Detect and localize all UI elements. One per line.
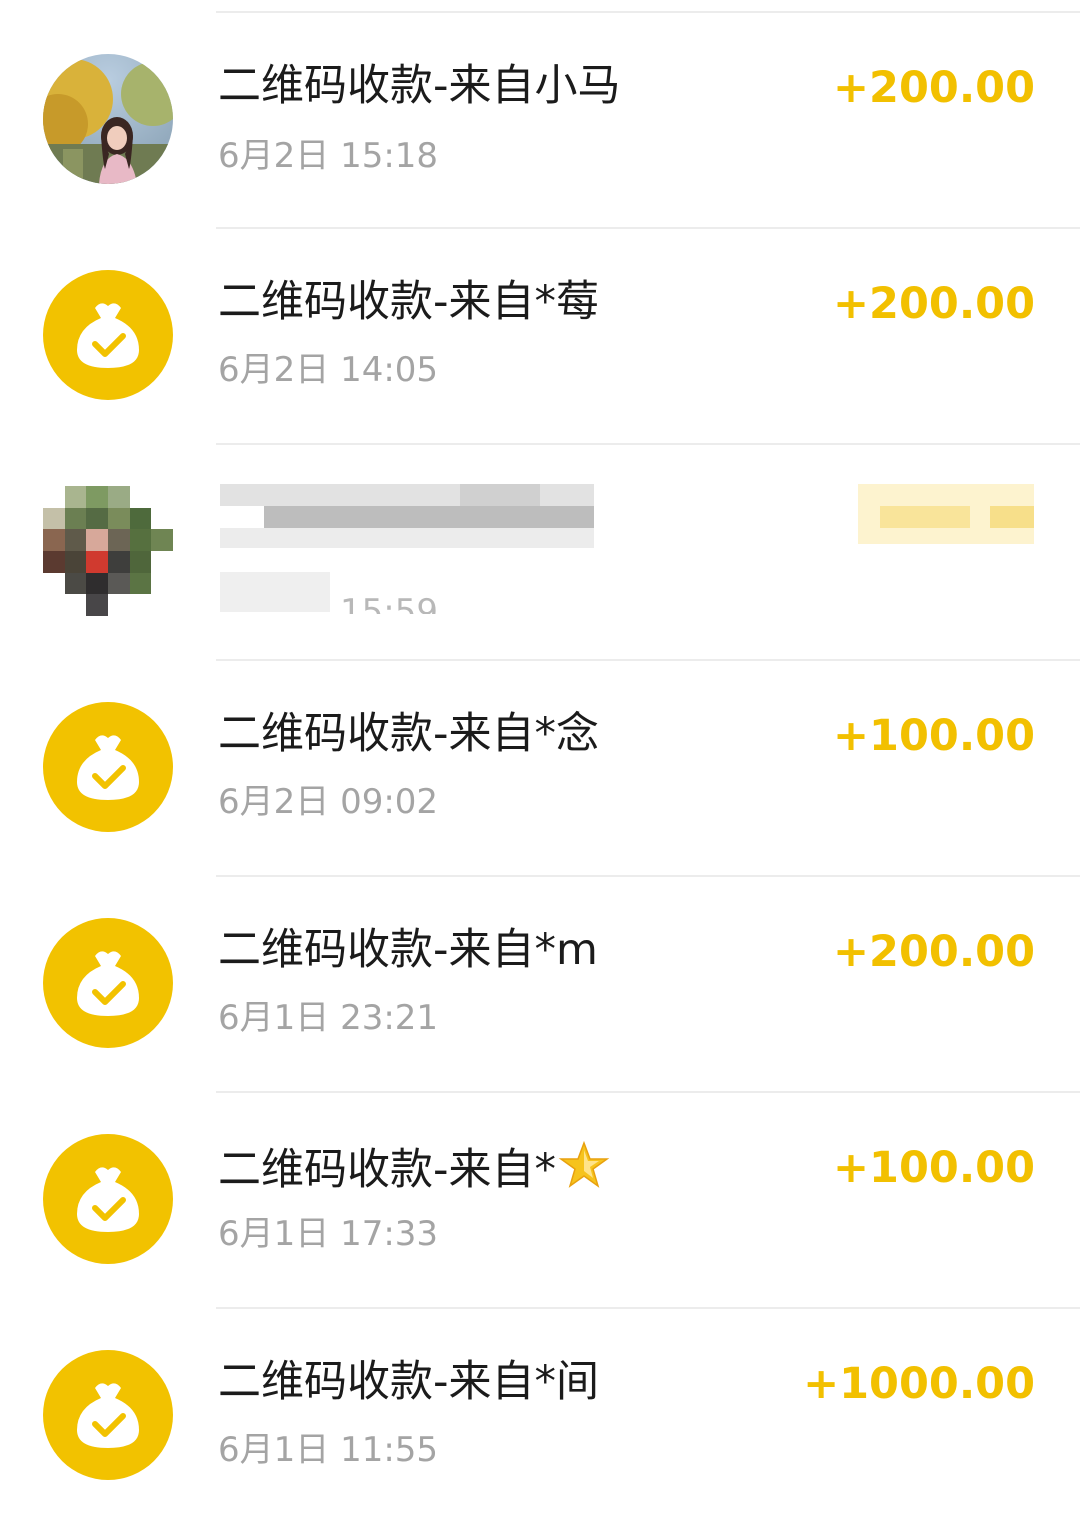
transaction-title-row: 二维码收款-来自* (218, 1140, 610, 1204)
transaction-amount: +200.00 (833, 927, 1035, 977)
transaction-amount: +100.00 (833, 1143, 1035, 1193)
redacted-amount (880, 506, 970, 528)
transaction-row[interactable]: 二维码收款-来自* 6月1日 17:33 +100.00 (0, 1092, 1080, 1308)
redacted-time (220, 572, 330, 612)
money-bag-check-icon (43, 1350, 173, 1480)
photo-avatar-icon (43, 54, 173, 184)
transaction-time: 6月2日 15:18 (218, 136, 439, 176)
transaction-row[interactable]: 二维码收款-来自*念 6月2日 09:02 +100.00 (0, 660, 1080, 876)
transaction-time-partial: 15:59 (340, 592, 438, 614)
transaction-row-redacted[interactable]: 15:59 (0, 444, 1080, 660)
transaction-row[interactable]: 二维码收款-来自*m 6月1日 23:21 +200.00 (0, 876, 1080, 1092)
redacted-title (220, 528, 594, 548)
money-bag-check-icon (43, 270, 173, 400)
transaction-amount: +200.00 (833, 63, 1035, 113)
transaction-title: 二维码收款-来自*m (218, 925, 598, 975)
money-bag-check-icon (43, 918, 173, 1048)
transaction-time: 6月2日 09:02 (218, 782, 439, 822)
transaction-title: 二维码收款-来自*间 (218, 1357, 600, 1407)
money-bag-check-icon (43, 702, 173, 832)
transaction-time: 6月1日 23:21 (218, 998, 439, 1038)
redacted-title (460, 484, 540, 506)
transaction-time: 6月2日 14:05 (218, 350, 439, 390)
pixelated-avatar (43, 486, 173, 616)
transaction-title: 二维码收款-来自*念 (218, 709, 600, 759)
money-bag-check-icon (43, 1134, 173, 1264)
transaction-row[interactable]: 二维码收款-来自*间 6月1日 11:55 +1000.00 (0, 1308, 1080, 1524)
transaction-row[interactable]: 二维码收款-来自*莓 6月2日 14:05 +200.00 (0, 228, 1080, 444)
transaction-amount: +100.00 (833, 711, 1035, 761)
transaction-time: 6月1日 11:55 (218, 1430, 439, 1470)
transaction-amount: +1000.00 (803, 1359, 1035, 1409)
transaction-title: 二维码收款-来自小马 (218, 61, 621, 111)
redacted-title (264, 506, 594, 528)
redacted-amount (990, 506, 1034, 528)
transaction-time: 6月1日 17:33 (218, 1214, 439, 1254)
transaction-row[interactable]: 二维码收款-来自小马 6月2日 15:18 +200.00 (0, 12, 1080, 228)
transaction-title: 二维码收款-来自*莓 (218, 277, 600, 327)
transaction-title: 二维码收款-来自* (218, 1145, 557, 1195)
user-avatar (43, 54, 173, 184)
transaction-amount: +200.00 (833, 279, 1035, 329)
star-emoji-icon (558, 1140, 610, 1204)
transaction-list: 二维码收款-来自小马 6月2日 15:18 +200.00 二维码收款-来自*莓… (0, 0, 1080, 1483)
